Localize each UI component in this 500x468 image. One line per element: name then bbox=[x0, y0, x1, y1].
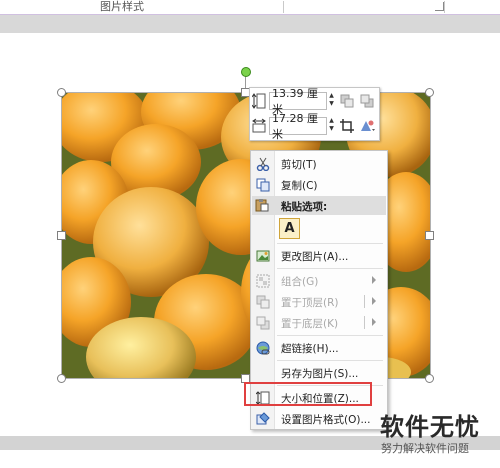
ribbon-separator bbox=[283, 1, 284, 13]
height-input[interactable]: 13.39 厘米 bbox=[269, 87, 327, 116]
send-backward-icon bbox=[360, 94, 374, 108]
highlight-box bbox=[244, 382, 372, 406]
width-input[interactable]: 17.28 厘米 bbox=[269, 112, 327, 141]
bring-to-front-icon bbox=[255, 294, 270, 309]
picture-styles-button[interactable] bbox=[359, 118, 375, 134]
menu-item-hyperlink[interactable]: 超链接(H)... bbox=[251, 337, 387, 358]
ruler-bar bbox=[0, 15, 500, 33]
menu-item-bring-to-front[interactable]: 置于顶层(R) bbox=[251, 291, 387, 312]
bring-forward-icon bbox=[340, 94, 354, 108]
watermark-subtitle: 努力解决软件问题 bbox=[381, 442, 469, 455]
width-spinner[interactable]: ▲ ▼ bbox=[328, 117, 335, 135]
save-as-picture-icon bbox=[255, 365, 270, 380]
crop-button[interactable] bbox=[339, 118, 355, 134]
resize-handle-bottom-left[interactable] bbox=[57, 374, 66, 383]
shape-width-icon bbox=[252, 118, 266, 133]
menu-item-save-as-picture[interactable]: 另存为图片(S)... bbox=[251, 362, 387, 383]
submenu-arrow-icon bbox=[372, 276, 376, 284]
height-spinner[interactable]: ▲ ▼ bbox=[328, 92, 335, 110]
picture-styles-icon bbox=[361, 120, 375, 131]
ribbon-separator bbox=[444, 1, 445, 13]
split-separator bbox=[364, 316, 365, 329]
change-picture-icon bbox=[255, 248, 270, 263]
mini-toolbar: 13.39 厘米 ▲ ▼ 17.28 厘米 ▲ ▼ bbox=[249, 87, 380, 141]
paste-keep-text-icon: A bbox=[284, 221, 295, 236]
menu-item-copy[interactable]: 复制(C) bbox=[251, 174, 387, 195]
rotate-handle[interactable] bbox=[241, 67, 251, 77]
resize-handle-right[interactable] bbox=[425, 231, 434, 240]
dialog-launcher-icon[interactable] bbox=[435, 2, 444, 11]
resize-handle-left[interactable] bbox=[57, 231, 66, 240]
split-separator bbox=[364, 295, 365, 308]
shape-height-icon bbox=[252, 93, 266, 109]
resize-handle-bottom-right[interactable] bbox=[425, 374, 434, 383]
width-row: 17.28 厘米 ▲ ▼ bbox=[252, 112, 375, 141]
menu-separator bbox=[277, 243, 383, 244]
menu-separator bbox=[277, 268, 383, 269]
resize-handle-top-right[interactable] bbox=[425, 88, 434, 97]
scissors-icon bbox=[255, 156, 270, 171]
copy-icon bbox=[255, 177, 270, 192]
group-icon bbox=[255, 273, 270, 288]
submenu-arrow-icon bbox=[372, 297, 376, 305]
menu-item-format-picture[interactable]: 设置图片格式(O)... bbox=[251, 408, 387, 429]
menu-item-cut[interactable]: 剪切(T) bbox=[251, 153, 387, 174]
ribbon-group-label: 图片样式 bbox=[100, 0, 144, 13]
format-picture-icon bbox=[255, 411, 270, 426]
hyperlink-icon bbox=[255, 340, 270, 355]
menu-item-group[interactable]: 组合(G) bbox=[251, 270, 387, 291]
menu-item-change-picture[interactable]: 更改图片(A)... bbox=[251, 245, 387, 266]
paste-keep-text-button[interactable]: A bbox=[279, 218, 300, 239]
menu-item-send-to-back[interactable]: 置于底层(K) bbox=[251, 312, 387, 333]
paste-options-header: 粘贴选项: bbox=[252, 196, 386, 215]
crop-icon bbox=[340, 119, 354, 133]
menu-separator bbox=[277, 360, 383, 361]
resize-handle-top-left[interactable] bbox=[57, 88, 66, 97]
send-to-back-icon bbox=[255, 315, 270, 330]
ribbon-strip: 图片样式 bbox=[0, 0, 500, 15]
watermark-title: 软件无忧 bbox=[380, 413, 480, 441]
height-row: 13.39 厘米 ▲ ▼ bbox=[252, 87, 375, 116]
width-value: 17.28 厘米 bbox=[272, 112, 318, 141]
send-backward-button[interactable] bbox=[359, 93, 375, 109]
menu-separator bbox=[277, 335, 383, 336]
paste-icon bbox=[255, 198, 269, 215]
bring-forward-button[interactable] bbox=[339, 93, 355, 109]
submenu-arrow-icon bbox=[372, 318, 376, 326]
